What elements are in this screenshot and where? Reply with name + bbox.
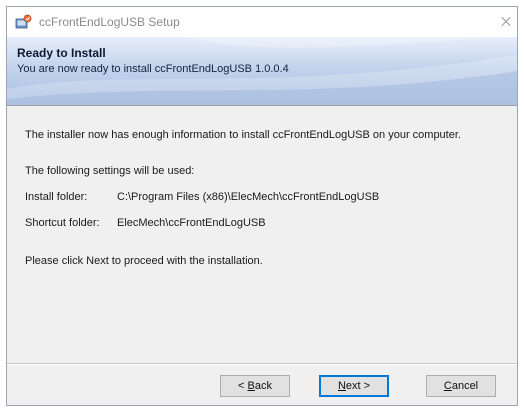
next-button-accelerator: N [337, 380, 346, 392]
cancel-button-accelerator: C [443, 380, 452, 392]
page-title: Ready to Install [17, 46, 106, 60]
title-bar: ccFrontEndLogUSB Setup [7, 7, 517, 37]
window-title: ccFrontEndLogUSB Setup [39, 15, 180, 29]
installer-app-icon [15, 14, 32, 29]
cancel-button-label: ancel [451, 380, 479, 392]
instruction-text: Please click Next to proceed with the in… [25, 255, 263, 267]
setup-window: ccFrontEndLogUSB Setup Ready to Install … [6, 6, 518, 406]
intro-text: The installer now has enough information… [25, 129, 461, 141]
close-icon[interactable] [473, 7, 517, 37]
install-folder-label: Install folder: [25, 191, 88, 203]
cancel-button[interactable]: Cancel [426, 375, 496, 397]
shortcut-folder-label: Shortcut folder: [25, 217, 100, 229]
page-subtitle: You are now ready to install ccFrontEndL… [17, 63, 289, 75]
back-button-accelerator: B [247, 380, 255, 392]
back-button-label: ack [254, 380, 272, 392]
shortcut-folder-value: ElecMech\ccFrontEndLogUSB [117, 217, 266, 229]
settings-heading: The following settings will be used: [25, 165, 195, 177]
back-button[interactable]: < Back [220, 375, 290, 397]
footer-divider [7, 363, 517, 365]
install-folder-value: C:\Program Files (x86)\ElecMech\ccFrontE… [117, 191, 380, 203]
next-button[interactable]: Next > [319, 375, 389, 397]
next-button-label: ext > [345, 380, 371, 392]
back-button-prefix: < [238, 380, 248, 392]
header-banner: Ready to Install You are now ready to in… [7, 37, 517, 106]
